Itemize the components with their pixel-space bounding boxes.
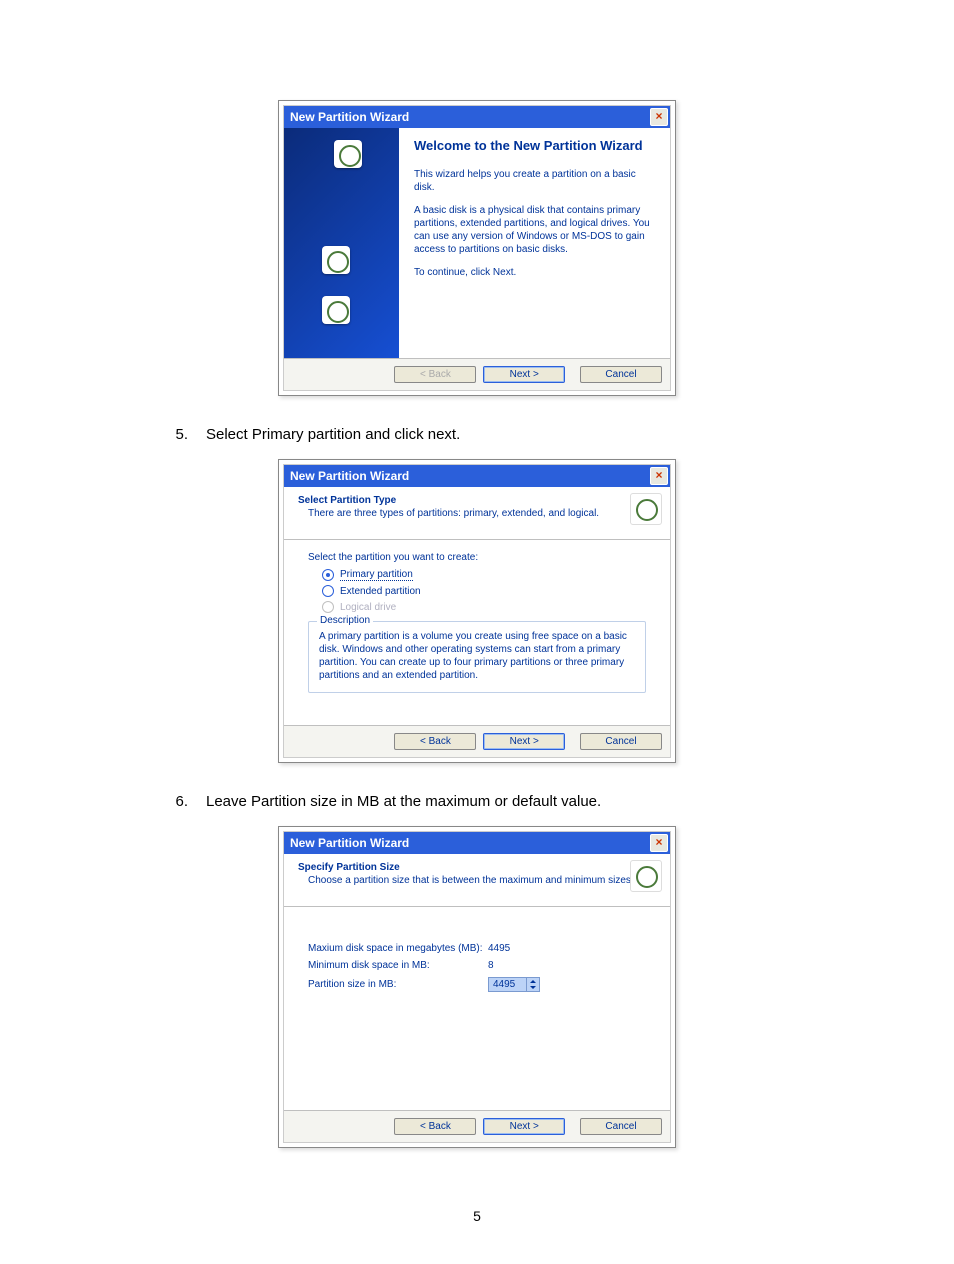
disk-icon (322, 296, 350, 324)
step-number: 5. (170, 426, 188, 443)
header-title: Specify Partition Size (298, 862, 660, 873)
wizard-text: To continue, click Next. (414, 266, 655, 279)
partition-size-input[interactable]: 4495 (488, 977, 540, 992)
button-bar: < Back Next > Cancel (284, 725, 670, 757)
radio-extended-partition[interactable]: Extended partition (322, 585, 646, 597)
radio-icon (322, 601, 334, 613)
group-legend: Description (317, 615, 373, 626)
titlebar: New Partition Wizard × (284, 465, 670, 487)
field-value: 8 (488, 960, 494, 971)
back-button: < Back (394, 366, 476, 383)
window-title: New Partition Wizard (290, 110, 409, 124)
radio-label: Extended partition (340, 586, 421, 597)
disk-icon (630, 860, 662, 892)
window-title: New Partition Wizard (290, 469, 409, 483)
cancel-button[interactable]: Cancel (580, 366, 662, 383)
back-button[interactable]: < Back (394, 733, 476, 750)
radio-primary-partition[interactable]: Primary partition (322, 569, 646, 581)
input-value: 4495 (493, 979, 515, 990)
step-number: 6. (170, 793, 188, 810)
radio-icon (322, 585, 334, 597)
back-button[interactable]: < Back (394, 1118, 476, 1135)
page-number: 5 (0, 1208, 954, 1224)
partition-size-row: Partition size in MB: 4495 (308, 977, 646, 992)
description-text: A primary partition is a volume you crea… (319, 630, 635, 682)
field-label: Maxium disk space in megabytes (MB): (308, 943, 488, 954)
cancel-button[interactable]: Cancel (580, 733, 662, 750)
disk-icon (334, 140, 362, 168)
window-title: New Partition Wizard (290, 836, 409, 850)
step-text: Select Primary partition and click next. (206, 426, 460, 443)
wizard-header: Select Partition Type There are three ty… (284, 487, 670, 540)
step-text: Leave Partition size in MB at the maximu… (206, 793, 601, 810)
prompt-text: Select the partition you want to create: (308, 552, 646, 563)
wizard-side-graphic (284, 128, 399, 358)
field-value: 4495 (488, 943, 510, 954)
wizard-heading: Welcome to the New Partition Wizard (414, 138, 655, 154)
header-subtitle: There are three types of partitions: pri… (308, 508, 660, 519)
radio-logical-drive: Logical drive (322, 601, 646, 613)
close-icon[interactable]: × (650, 834, 668, 852)
button-bar: < Back Next > Cancel (284, 1110, 670, 1142)
max-disk-space-row: Maxium disk space in megabytes (MB): 449… (308, 943, 646, 954)
screenshot-select-partition-type: New Partition Wizard × Select Partition … (278, 459, 676, 763)
wizard-header: Specify Partition Size Choose a partitio… (284, 854, 670, 907)
header-subtitle: Choose a partition size that is between … (308, 875, 660, 886)
min-disk-space-row: Minimum disk space in MB: 8 (308, 960, 646, 971)
cancel-button[interactable]: Cancel (580, 1118, 662, 1135)
wizard-text: This wizard helps you create a partition… (414, 168, 655, 194)
disk-icon (322, 246, 350, 274)
description-group: Description A primary partition is a vol… (308, 621, 646, 693)
radio-icon (322, 569, 334, 581)
field-label: Partition size in MB: (308, 979, 488, 990)
field-label: Minimum disk space in MB: (308, 960, 488, 971)
titlebar: New Partition Wizard × (284, 832, 670, 854)
next-button[interactable]: Next > (483, 733, 565, 750)
button-bar: < Back Next > Cancel (284, 358, 670, 390)
radio-label: Primary partition (340, 569, 413, 581)
disk-icon (630, 493, 662, 525)
screenshot-welcome-wizard: New Partition Wizard × Welcome to the Ne… (278, 100, 676, 396)
instruction-step: 5. Select Primary partition and click ne… (170, 426, 954, 443)
instruction-step: 6. Leave Partition size in MB at the max… (170, 793, 954, 810)
wizard-text: A basic disk is a physical disk that con… (414, 204, 655, 256)
close-icon[interactable]: × (650, 467, 668, 485)
screenshot-specify-partition-size: New Partition Wizard × Specify Partition… (278, 826, 676, 1148)
radio-label: Logical drive (340, 602, 396, 613)
header-title: Select Partition Type (298, 495, 660, 506)
spinner-arrows-icon[interactable] (526, 978, 539, 991)
titlebar: New Partition Wizard × (284, 106, 670, 128)
next-button[interactable]: Next > (483, 1118, 565, 1135)
close-icon[interactable]: × (650, 108, 668, 126)
next-button[interactable]: Next > (483, 366, 565, 383)
